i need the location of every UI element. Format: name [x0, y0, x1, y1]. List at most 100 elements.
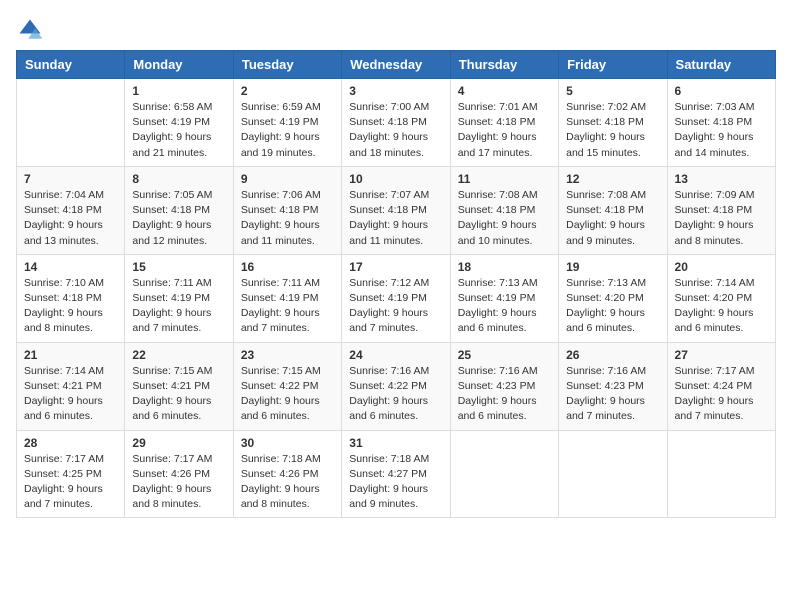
day-number: 24	[349, 348, 442, 362]
day-info: Sunrise: 7:16 AM Sunset: 4:22 PM Dayligh…	[349, 364, 442, 425]
calendar-cell: 23Sunrise: 7:15 AM Sunset: 4:22 PM Dayli…	[233, 342, 341, 430]
day-info: Sunrise: 7:11 AM Sunset: 4:19 PM Dayligh…	[132, 276, 225, 337]
day-info: Sunrise: 7:08 AM Sunset: 4:18 PM Dayligh…	[566, 188, 659, 249]
day-info: Sunrise: 7:17 AM Sunset: 4:25 PM Dayligh…	[24, 452, 117, 513]
calendar-cell: 21 Sunrise: 7:14 AM Sunset: 4:21 PM Dayli…	[17, 342, 125, 430]
calendar-cell: 3 Sunrise: 7:00 AM Sunset: 4:18 PM Daylig…	[342, 79, 450, 167]
weekday-header-cell: Tuesday	[233, 51, 341, 79]
day-info: Sunrise: 7:15 AM Sunset: 4:22 PM Dayligh…	[241, 364, 334, 425]
day-info: Sunrise: 7:09 AM Sunset: 4:18 PM Dayligh…	[675, 188, 768, 249]
day-number: 28	[24, 436, 117, 450]
day-info: Sunrise: 7:17 AM Sunset: 4:26 PM Dayligh…	[132, 452, 225, 513]
day-number: 17	[349, 260, 442, 274]
calendar-cell: 30 Sunrise: 7:18 AM Sunset: 4:26 PM Dayli…	[233, 430, 341, 518]
day-number: 29	[132, 436, 225, 450]
calendar-cell	[667, 430, 775, 518]
calendar-cell: 18Sunrise: 7:13 AM Sunset: 4:19 PM Dayli…	[450, 254, 558, 342]
day-number: 20	[675, 260, 768, 274]
day-number: 10	[349, 172, 442, 186]
calendar-cell: 17 Sunrise: 7:12 AM Sunset: 4:19 PM Dayli…	[342, 254, 450, 342]
calendar-table: SundayMondayTuesdayWednesdayThursdayFrid…	[16, 50, 776, 518]
day-info: Sunrise: 7:12 AM Sunset: 4:19 PM Dayligh…	[349, 276, 442, 337]
calendar-cell: 28 Sunrise: 7:17 AM Sunset: 4:25 PM Dayli…	[17, 430, 125, 518]
day-info: Sunrise: 7:00 AM Sunset: 4:18 PM Dayligh…	[349, 100, 442, 161]
calendar-cell: 2 Sunrise: 6:59 AM Sunset: 4:19 PM Daylig…	[233, 79, 341, 167]
day-info: Sunrise: 7:01 AM Sunset: 4:18 PM Dayligh…	[458, 100, 551, 161]
calendar-cell: 7Sunrise: 7:04 AM Sunset: 4:18 PM Daylig…	[17, 166, 125, 254]
day-number: 2	[241, 84, 334, 98]
day-number: 5	[566, 84, 659, 98]
calendar-cell: 31Sunrise: 7:18 AM Sunset: 4:27 PM Dayli…	[342, 430, 450, 518]
day-number: 11	[458, 172, 551, 186]
day-info: Sunrise: 7:16 AM Sunset: 4:23 PM Dayligh…	[458, 364, 551, 425]
day-info: Sunrise: 7:05 AM Sunset: 4:18 PM Dayligh…	[132, 188, 225, 249]
calendar-cell: 15 Sunrise: 7:11 AM Sunset: 4:19 PM Dayli…	[125, 254, 233, 342]
weekday-header-cell: Thursday	[450, 51, 558, 79]
calendar-cell: 10 Sunrise: 7:07 AM Sunset: 4:18 PM Dayli…	[342, 166, 450, 254]
day-number: 4	[458, 84, 551, 98]
day-number: 14	[24, 260, 117, 274]
day-info: Sunrise: 7:16 AM Sunset: 4:23 PM Dayligh…	[566, 364, 659, 425]
day-info: Sunrise: 7:18 AM Sunset: 4:26 PM Dayligh…	[241, 452, 334, 513]
page-header	[16, 16, 776, 44]
day-number: 8	[132, 172, 225, 186]
calendar-cell	[559, 430, 667, 518]
day-number: 27	[675, 348, 768, 362]
calendar-cell: 22Sunrise: 7:15 AM Sunset: 4:21 PM Dayli…	[125, 342, 233, 430]
weekday-header-cell: Saturday	[667, 51, 775, 79]
day-info: Sunrise: 7:08 AM Sunset: 4:18 PM Dayligh…	[458, 188, 551, 249]
calendar-cell: 1 Sunrise: 6:58 AM Sunset: 4:19 PM Daylig…	[125, 79, 233, 167]
day-info: Sunrise: 7:06 AM Sunset: 4:18 PM Dayligh…	[241, 188, 334, 249]
day-number: 6	[675, 84, 768, 98]
day-number: 16	[241, 260, 334, 274]
calendar-cell: 14 Sunrise: 7:10 AM Sunset: 4:18 PM Dayli…	[17, 254, 125, 342]
calendar-cell: 24 Sunrise: 7:16 AM Sunset: 4:22 PM Dayli…	[342, 342, 450, 430]
weekday-header-cell: Monday	[125, 51, 233, 79]
calendar-cell: 16 Sunrise: 7:11 AM Sunset: 4:19 PM Dayli…	[233, 254, 341, 342]
logo-icon	[16, 16, 44, 44]
calendar-cell	[450, 430, 558, 518]
day-info: Sunrise: 7:04 AM Sunset: 4:18 PM Dayligh…	[24, 188, 117, 249]
day-number: 31	[349, 436, 442, 450]
day-number: 25	[458, 348, 551, 362]
calendar-cell: 4 Sunrise: 7:01 AM Sunset: 4:18 PM Daylig…	[450, 79, 558, 167]
calendar-cell: 27Sunrise: 7:17 AM Sunset: 4:24 PM Dayli…	[667, 342, 775, 430]
calendar-cell: 26 Sunrise: 7:16 AM Sunset: 4:23 PM Dayli…	[559, 342, 667, 430]
day-number: 30	[241, 436, 334, 450]
day-info: Sunrise: 7:10 AM Sunset: 4:18 PM Dayligh…	[24, 276, 117, 337]
calendar-week-row: 14 Sunrise: 7:10 AM Sunset: 4:18 PM Dayli…	[17, 254, 776, 342]
calendar-week-row: 1 Sunrise: 6:58 AM Sunset: 4:19 PM Daylig…	[17, 79, 776, 167]
calendar-cell: 11 Sunrise: 7:08 AM Sunset: 4:18 PM Dayli…	[450, 166, 558, 254]
day-number: 21	[24, 348, 117, 362]
calendar-cell: 12 Sunrise: 7:08 AM Sunset: 4:18 PM Dayli…	[559, 166, 667, 254]
day-number: 9	[241, 172, 334, 186]
calendar-cell: 20 Sunrise: 7:14 AM Sunset: 4:20 PM Dayli…	[667, 254, 775, 342]
calendar-cell	[17, 79, 125, 167]
day-info: Sunrise: 6:58 AM Sunset: 4:19 PM Dayligh…	[132, 100, 225, 161]
day-info: Sunrise: 7:14 AM Sunset: 4:20 PM Dayligh…	[675, 276, 768, 337]
weekday-header-cell: Sunday	[17, 51, 125, 79]
calendar-cell: 19 Sunrise: 7:13 AM Sunset: 4:20 PM Dayli…	[559, 254, 667, 342]
day-info: Sunrise: 7:13 AM Sunset: 4:20 PM Dayligh…	[566, 276, 659, 337]
day-info: Sunrise: 7:07 AM Sunset: 4:18 PM Dayligh…	[349, 188, 442, 249]
day-number: 3	[349, 84, 442, 98]
day-number: 15	[132, 260, 225, 274]
calendar-cell: 9 Sunrise: 7:06 AM Sunset: 4:18 PM Daylig…	[233, 166, 341, 254]
day-number: 13	[675, 172, 768, 186]
calendar-body: 1 Sunrise: 6:58 AM Sunset: 4:19 PM Daylig…	[17, 79, 776, 518]
calendar-week-row: 28 Sunrise: 7:17 AM Sunset: 4:25 PM Dayli…	[17, 430, 776, 518]
day-info: Sunrise: 7:11 AM Sunset: 4:19 PM Dayligh…	[241, 276, 334, 337]
calendar-week-row: 21 Sunrise: 7:14 AM Sunset: 4:21 PM Dayli…	[17, 342, 776, 430]
day-number: 26	[566, 348, 659, 362]
day-info: Sunrise: 6:59 AM Sunset: 4:19 PM Dayligh…	[241, 100, 334, 161]
weekday-header-row: SundayMondayTuesdayWednesdayThursdayFrid…	[17, 51, 776, 79]
day-number: 19	[566, 260, 659, 274]
calendar-cell: 13 Sunrise: 7:09 AM Sunset: 4:18 PM Dayli…	[667, 166, 775, 254]
day-info: Sunrise: 7:14 AM Sunset: 4:21 PM Dayligh…	[24, 364, 117, 425]
calendar-cell: 25 Sunrise: 7:16 AM Sunset: 4:23 PM Dayli…	[450, 342, 558, 430]
day-info: Sunrise: 7:03 AM Sunset: 4:18 PM Dayligh…	[675, 100, 768, 161]
logo	[16, 16, 48, 44]
day-number: 12	[566, 172, 659, 186]
day-number: 1	[132, 84, 225, 98]
weekday-header-cell: Friday	[559, 51, 667, 79]
